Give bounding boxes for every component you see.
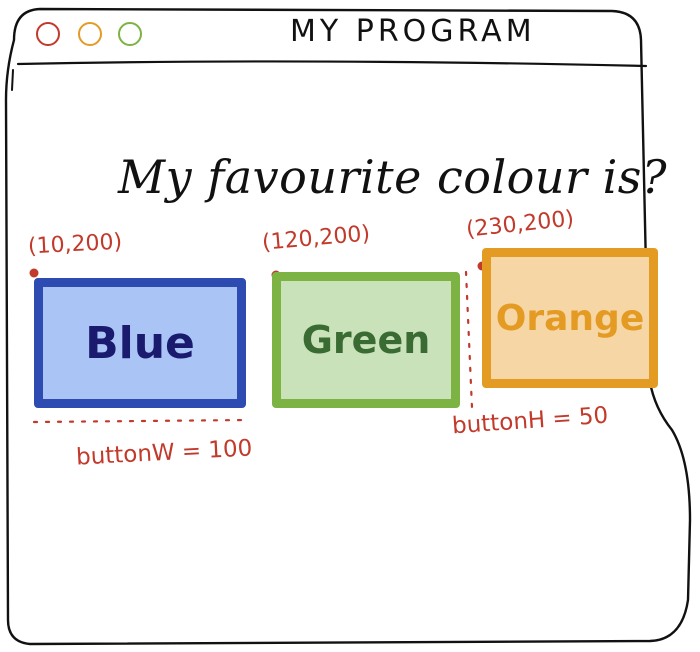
blue-button-label: Blue — [85, 317, 195, 369]
window-title: MY PROGRAM — [290, 14, 536, 49]
blue-button[interactable]: Blue — [34, 278, 246, 408]
green-button-label: Green — [301, 318, 431, 362]
height-dimension-line — [464, 270, 474, 410]
question-heading: My favourite colour is? — [118, 150, 668, 204]
orange-button-label: Orange — [495, 297, 645, 339]
close-icon[interactable] — [36, 22, 60, 46]
titlebar-divider — [16, 60, 648, 68]
width-dimension-line — [32, 418, 250, 424]
minimize-icon[interactable] — [78, 22, 102, 46]
anchor-point-blue — [29, 268, 39, 278]
maximize-icon[interactable] — [118, 22, 142, 46]
green-button[interactable]: Green — [272, 272, 460, 408]
coord-label-blue: (10,200) — [27, 229, 123, 260]
orange-button[interactable]: Orange — [482, 248, 658, 388]
